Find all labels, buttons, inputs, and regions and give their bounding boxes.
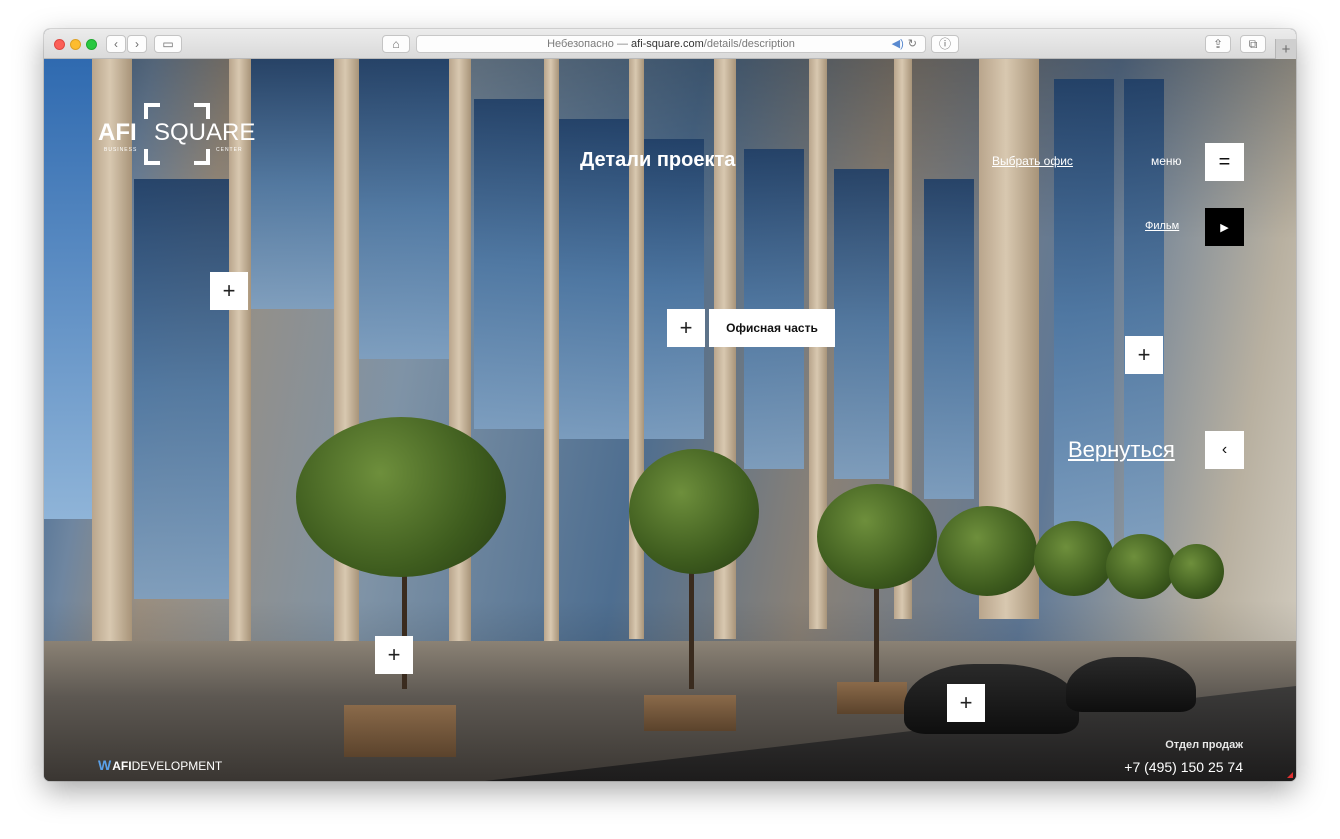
glass-facade [1124, 79, 1164, 549]
glass-facade [644, 139, 704, 439]
close-window-button[interactable] [54, 39, 65, 50]
film-link[interactable]: Фильм [1145, 220, 1179, 232]
logo-business: BUSINESS [104, 147, 138, 153]
glass-facade [134, 179, 234, 599]
share-icon[interactable]: ⇪ [1205, 35, 1231, 53]
tree [1034, 521, 1114, 596]
afi-development-logo[interactable]: WAFIDEVELOPMENT [98, 757, 222, 773]
back-link[interactable]: Вернуться [1068, 437, 1175, 463]
zoom-window-button[interactable] [86, 39, 97, 50]
url-security-label: Небезопасно — [547, 38, 628, 50]
logo-bracket [144, 103, 160, 119]
audio-icon[interactable]: ◀) ↻ [892, 37, 917, 50]
reload-icon[interactable]: ↻ [908, 38, 917, 50]
glass-facade [924, 179, 974, 499]
url-path: /details/description [703, 38, 795, 50]
play-film-button[interactable]: ▶ [1205, 208, 1244, 246]
select-office-link[interactable]: Выбрать офис [992, 154, 1073, 168]
sidebar-icon[interactable]: ▭ [154, 35, 182, 53]
glass-facade [834, 169, 889, 479]
sales-phone[interactable]: +7 (495) 150 25 74 [1124, 759, 1243, 775]
tree [1106, 534, 1176, 599]
hero-image: AFI SQUARE BUSINESS CENTER Детали проект… [44, 59, 1296, 781]
planter [644, 695, 736, 731]
back-button[interactable]: ‹ [1205, 431, 1244, 469]
facade-pillar [544, 59, 559, 649]
office-part-label[interactable]: Офисная часть [709, 309, 835, 347]
facade-pillar [449, 59, 471, 659]
logo-bracket [144, 149, 160, 165]
browser-toolbar: ‹ › ▭ ⌂ Небезопасно — afi-square.com/det… [44, 29, 1296, 59]
planter [837, 682, 907, 714]
glass-facade [1054, 79, 1114, 549]
address-bar[interactable]: Небезопасно — afi-square.com/details/des… [416, 35, 926, 53]
sales-department-label: Отдел продаж [1165, 739, 1243, 751]
parked-car [1066, 657, 1196, 712]
tree [817, 484, 937, 589]
facade-pillar [334, 59, 359, 679]
glass-facade [244, 59, 334, 309]
play-icon: ▶ [1220, 221, 1229, 234]
logo-afi: AFI [98, 119, 137, 146]
glass-facade [474, 99, 544, 429]
developer-logo-bold: AFI [112, 759, 132, 773]
menu-label[interactable]: меню [1151, 154, 1182, 168]
afi-square-logo[interactable]: AFI SQUARE BUSINESS CENTER [98, 103, 256, 165]
plus-icon: + [679, 315, 693, 340]
chevron-left-icon: ‹ [1221, 441, 1228, 458]
url-host: afi-square.com [631, 38, 704, 50]
hotspot-button[interactable]: + [375, 636, 413, 674]
developer-logo-rest: DEVELOPMENT [131, 759, 223, 773]
plus-icon: + [1137, 342, 1151, 367]
glass-facade [354, 59, 449, 359]
planter [344, 705, 456, 757]
forward-arrow-icon[interactable]: › [127, 35, 147, 53]
afi-development-mark-icon: W [98, 757, 112, 773]
plus-icon: + [222, 278, 236, 303]
plus-icon: + [387, 642, 401, 667]
page-title: Детали проекта [580, 149, 736, 171]
logo-center: CENTER [216, 147, 243, 153]
logo-bracket [194, 149, 210, 165]
hotspot-button[interactable]: + [947, 684, 985, 722]
browser-window: ‹ › ▭ ⌂ Небезопасно — afi-square.com/det… [44, 29, 1296, 781]
hotspot-button[interactable]: + [1125, 336, 1163, 374]
hotspot-button[interactable]: + [667, 309, 705, 347]
logo-bracket [194, 103, 210, 119]
parked-car [904, 664, 1079, 734]
hamburger-icon: = [1218, 150, 1231, 173]
menu-button[interactable]: = [1205, 143, 1244, 181]
tree [629, 449, 759, 574]
tree [296, 417, 506, 577]
tree [937, 506, 1037, 596]
home-icon[interactable]: ⌂ [382, 35, 410, 53]
plus-icon: + [959, 690, 973, 715]
hotspot-button[interactable]: + [210, 272, 248, 310]
new-tab-button[interactable]: + [1275, 39, 1296, 59]
corner-indicator-icon [1287, 772, 1293, 778]
info-icon[interactable]: ⓘ [931, 35, 959, 53]
back-arrow-icon[interactable]: ‹ [106, 35, 126, 53]
minimize-window-button[interactable] [70, 39, 81, 50]
facade-pillar [629, 59, 644, 639]
tabs-overview-icon[interactable]: ⧉ [1240, 35, 1266, 53]
tree [1169, 544, 1224, 599]
logo-square: SQUARE [154, 119, 256, 146]
